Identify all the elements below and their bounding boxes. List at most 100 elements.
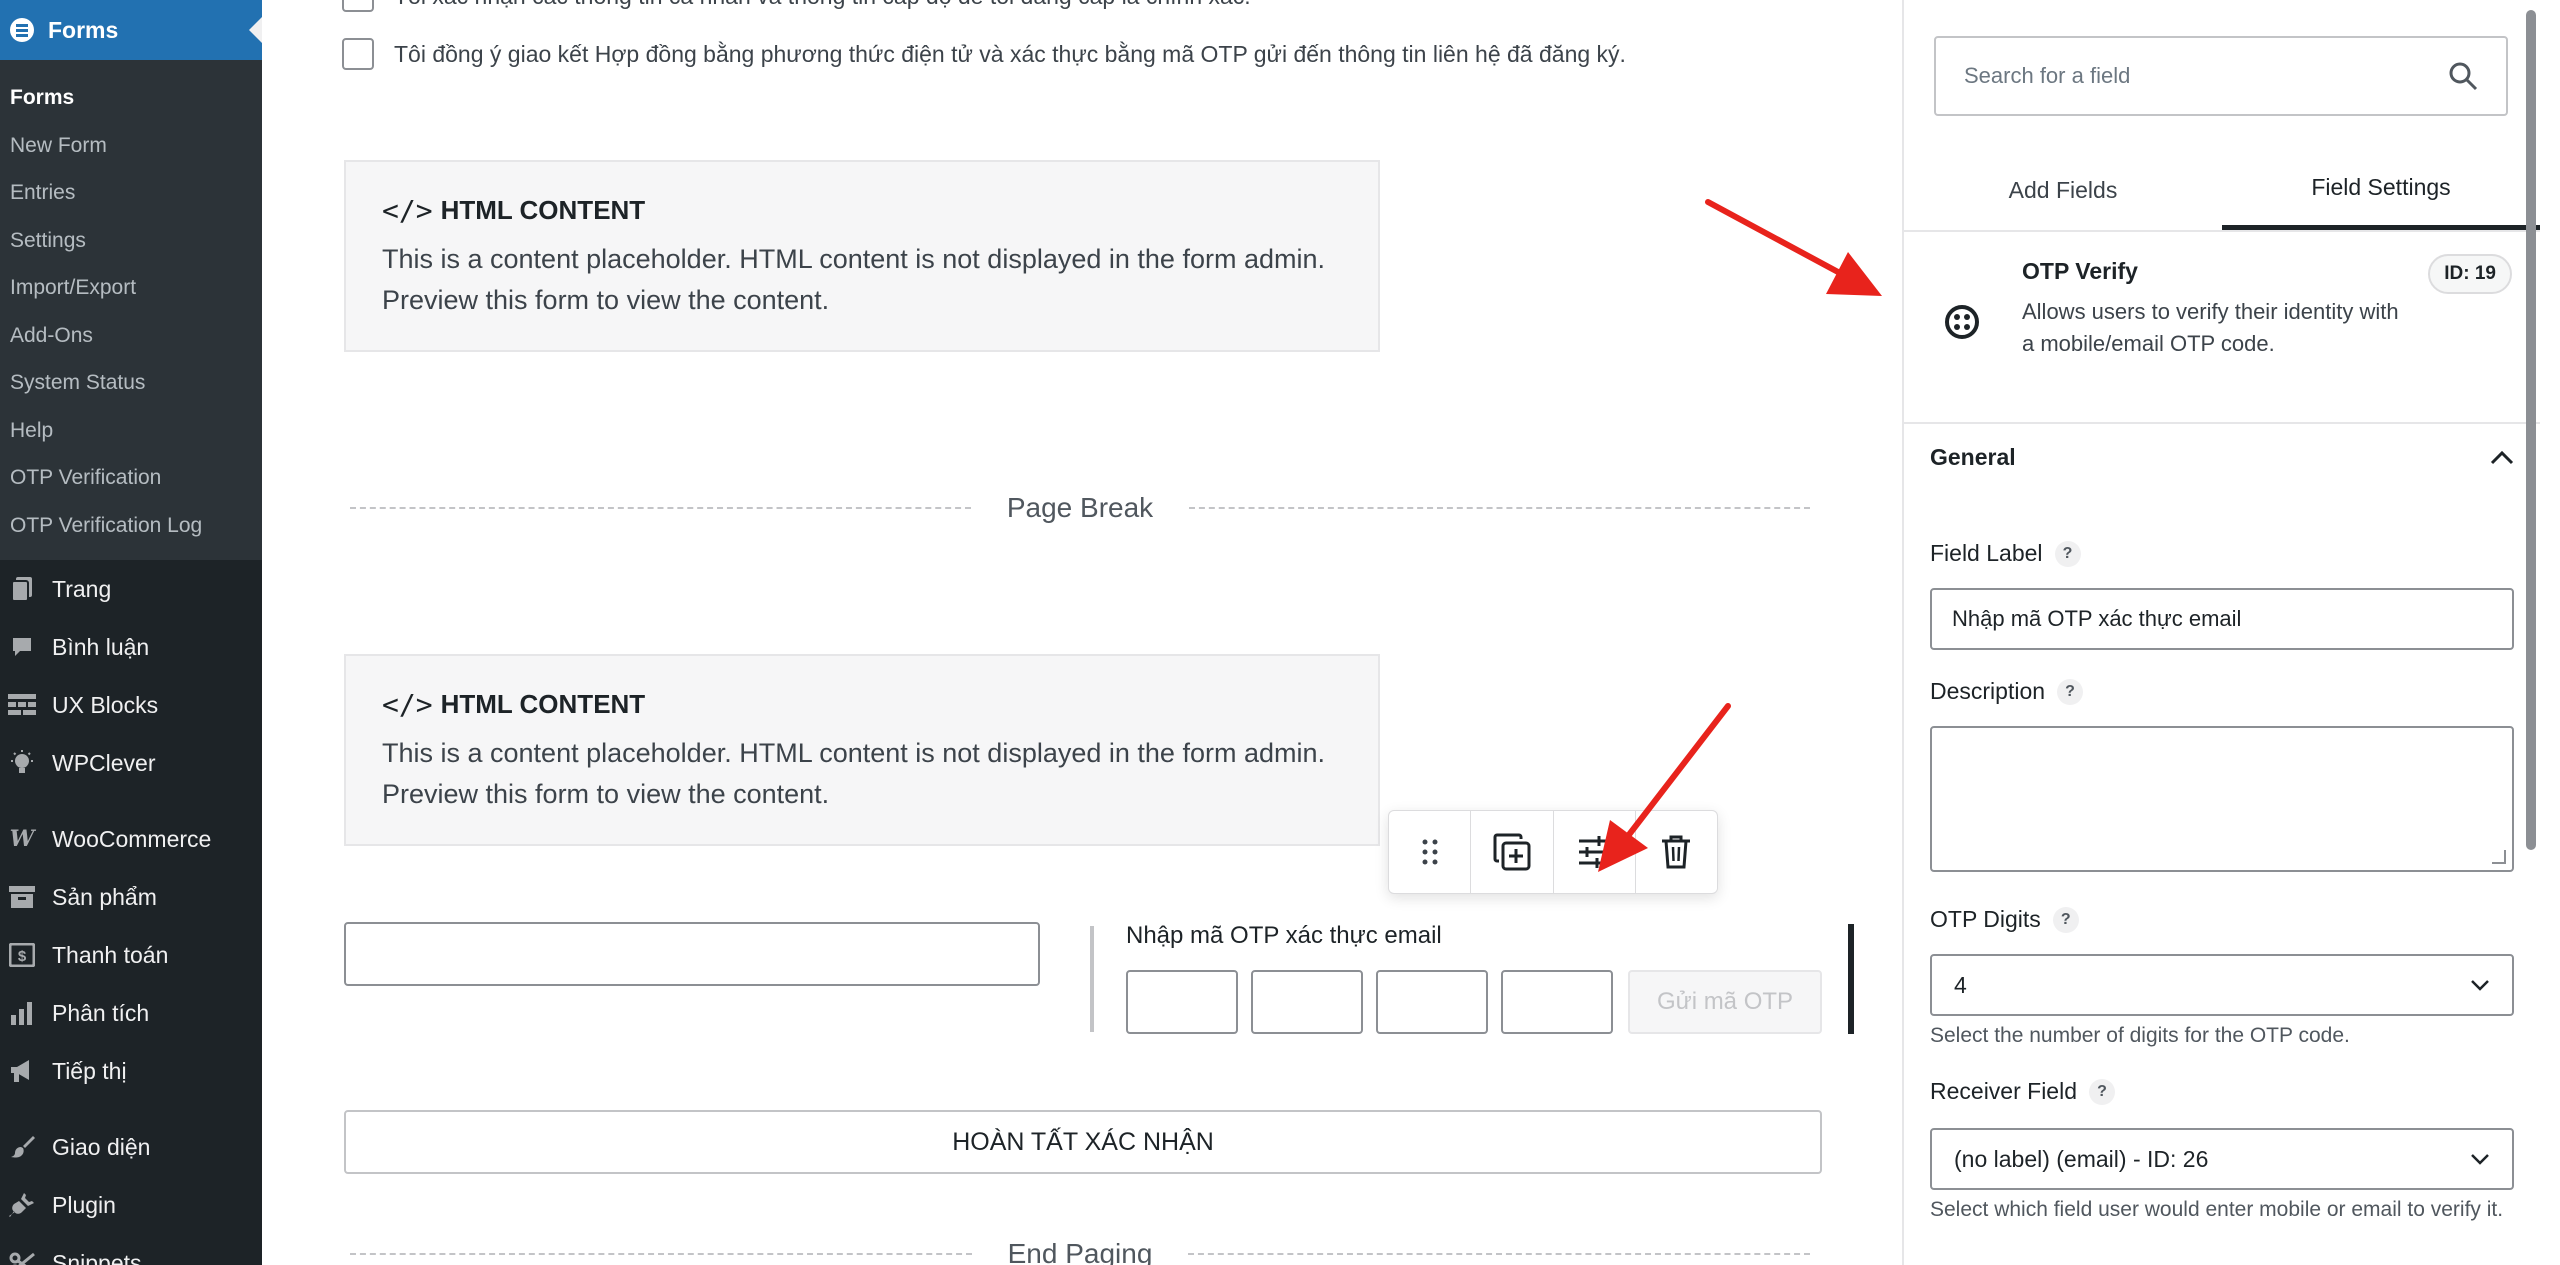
search-icon[interactable] (2448, 61, 2478, 91)
page-break-separator[interactable]: Page Break (350, 492, 1811, 524)
help-icon[interactable]: ? (2057, 678, 2084, 705)
html-block-title: </> HTML CONTENT (382, 194, 1342, 227)
tab-field-settings[interactable]: Field Settings (2222, 150, 2540, 230)
menu-item-marketing[interactable]: Tiếp thị (0, 1042, 262, 1100)
dashed-line (1188, 1253, 1811, 1255)
menu-item-ux-blocks[interactable]: UX Blocks (0, 676, 262, 734)
search-input[interactable] (1964, 63, 2448, 89)
otp-digit-box[interactable] (1501, 970, 1613, 1034)
consent-label-top: Tôi xác nhận các thông tin cá nhân và th… (394, 0, 1251, 10)
html-content-block-1[interactable]: </> HTML CONTENT This is a content place… (344, 160, 1380, 352)
analytics-icon (8, 999, 36, 1027)
receiver-field-select[interactable]: (no label) (email) - ID: 26 (1930, 1128, 2514, 1190)
submenu-otp-verification[interactable]: OTP Verification (0, 454, 262, 502)
html-block-title-text: HTML CONTENT (440, 689, 646, 719)
text-field[interactable] (344, 922, 1040, 986)
field-settings-button[interactable] (1554, 811, 1636, 893)
otp-digit-box[interactable] (1251, 970, 1363, 1034)
menu-item-wpclever[interactable]: WPClever (0, 734, 262, 792)
otp-digits-select[interactable]: 4 (1930, 954, 2514, 1016)
menu-item-label: Sản phẩm (52, 883, 157, 910)
menu-item-label: Bình luận (52, 633, 150, 660)
field-label-title: Field Label ? (1930, 540, 2081, 567)
dashed-line (1189, 507, 1811, 509)
menu-item-label: Plugin (52, 1191, 116, 1218)
duplicate-icon (1493, 833, 1531, 871)
marketing-icon (8, 1057, 36, 1085)
tab-add-fields[interactable]: Add Fields (1904, 150, 2222, 230)
sliders-icon (1579, 836, 1610, 868)
column-divider (1090, 926, 1094, 1032)
drag-icon (1422, 839, 1438, 865)
form-editor-canvas: Tôi xác nhận các thông tin cá nhân và th… (262, 0, 1902, 1265)
submenu-otp-verification-log[interactable]: OTP Verification Log (0, 502, 262, 550)
submit-button[interactable]: HOÀN TẤT XÁC NHẬN (344, 1110, 1822, 1174)
menu-item-products[interactable]: Sản phẩm (0, 868, 262, 926)
general-section-toggle[interactable]: General (1930, 444, 2514, 471)
submenu-help[interactable]: Help (0, 407, 262, 455)
description-title: Description ? (1930, 678, 2084, 705)
field-label-input[interactable]: Nhập mã OTP xác thực email (1930, 588, 2514, 650)
menu-item-label: Thanh toán (52, 941, 169, 968)
menu-item-plugins[interactable]: Plugin (0, 1176, 262, 1234)
comments-icon (8, 633, 36, 661)
menu-item-label: Trang (52, 575, 112, 602)
consent-checkbox[interactable] (342, 38, 374, 70)
html-block-body: This is a content placeholder. HTML cont… (382, 738, 1325, 809)
otp-digits-title-text: OTP Digits (1930, 906, 2041, 932)
consent-checkbox-top[interactable] (342, 0, 374, 12)
submenu-new-form[interactable]: New Form (0, 122, 262, 170)
general-section-title: General (1930, 444, 2016, 470)
description-textarea[interactable] (1930, 726, 2514, 872)
help-icon[interactable]: ? (2054, 540, 2081, 567)
menu-item-woocommerce[interactable]: W WooCommerce (0, 810, 262, 868)
menu-item-analytics[interactable]: Phân tích (0, 984, 262, 1042)
otp-field-label: Nhập mã OTP xác thực email (1126, 922, 1442, 949)
otp-digit-box[interactable] (1126, 970, 1238, 1034)
svg-text:$: $ (18, 948, 27, 965)
menu-item-payments[interactable]: $ Thanh toán (0, 926, 262, 984)
wpclever-icon (8, 749, 36, 777)
panel-tabs: Add Fields Field Settings (1904, 150, 2540, 232)
help-icon[interactable]: ? (2052, 906, 2079, 933)
submenu-settings[interactable]: Settings (0, 217, 262, 265)
drag-handle[interactable] (1389, 811, 1472, 893)
menu-item-label: Tiếp thị (52, 1057, 127, 1084)
plugins-icon (8, 1191, 36, 1219)
field-selected-indicator (1848, 924, 1854, 1034)
menu-item-comments[interactable]: Bình luận (0, 618, 262, 676)
menu-item-appearance[interactable]: Giao diện (0, 1118, 262, 1176)
resize-grip-icon[interactable] (2492, 850, 2506, 864)
menu-item-label: WPClever (52, 749, 156, 776)
menu-item-snippets[interactable]: Snippets (0, 1234, 262, 1265)
forms-submenu: Forms New Form Entries Settings Import/E… (0, 60, 262, 560)
menu-forms-label: Forms (48, 16, 119, 43)
menu-item-label: WooCommerce (52, 825, 212, 852)
submenu-entries[interactable]: Entries (0, 169, 262, 217)
delete-button[interactable] (1636, 811, 1717, 893)
otp-digits-value: 4 (1954, 971, 1967, 998)
submenu-import-export[interactable]: Import/Export (0, 264, 262, 312)
main-menu: Trang Bình luận UX Blocks WPClever W Woo… (0, 560, 262, 1265)
help-icon[interactable]: ? (2089, 1078, 2115, 1105)
menu-forms[interactable]: Forms (0, 0, 262, 60)
field-type-title: OTP Verify (2022, 258, 2138, 284)
panel-scrollbar[interactable] (2526, 10, 2536, 850)
submenu-forms[interactable]: Forms (0, 74, 262, 122)
html-content-block-2[interactable]: </> HTML CONTENT This is a content place… (344, 654, 1380, 846)
send-otp-button[interactable]: Gửi mã OTP (1628, 970, 1822, 1034)
duplicate-button[interactable] (1471, 811, 1554, 893)
html-block-body: This is a content placeholder. HTML cont… (382, 244, 1325, 315)
menu-item-label: Snippets (52, 1249, 142, 1265)
woocommerce-icon: W (9, 826, 35, 852)
submenu-system-status[interactable]: System Status (0, 359, 262, 407)
submenu-add-ons[interactable]: Add-Ons (0, 312, 262, 360)
menu-item-pages[interactable]: Trang (0, 560, 262, 618)
receiver-field-title-text: Receiver Field (1930, 1078, 2077, 1104)
blocks-icon (8, 691, 36, 719)
end-paging-separator[interactable]: End Paging (350, 1238, 1811, 1265)
field-type-description: Allows users to verify their identity wi… (2022, 299, 2399, 356)
dashed-line (350, 507, 971, 509)
consent-row: Tôi đồng ý giao kết Hợp đồng bằng phương… (342, 38, 1626, 70)
otp-digit-box[interactable] (1376, 970, 1488, 1034)
